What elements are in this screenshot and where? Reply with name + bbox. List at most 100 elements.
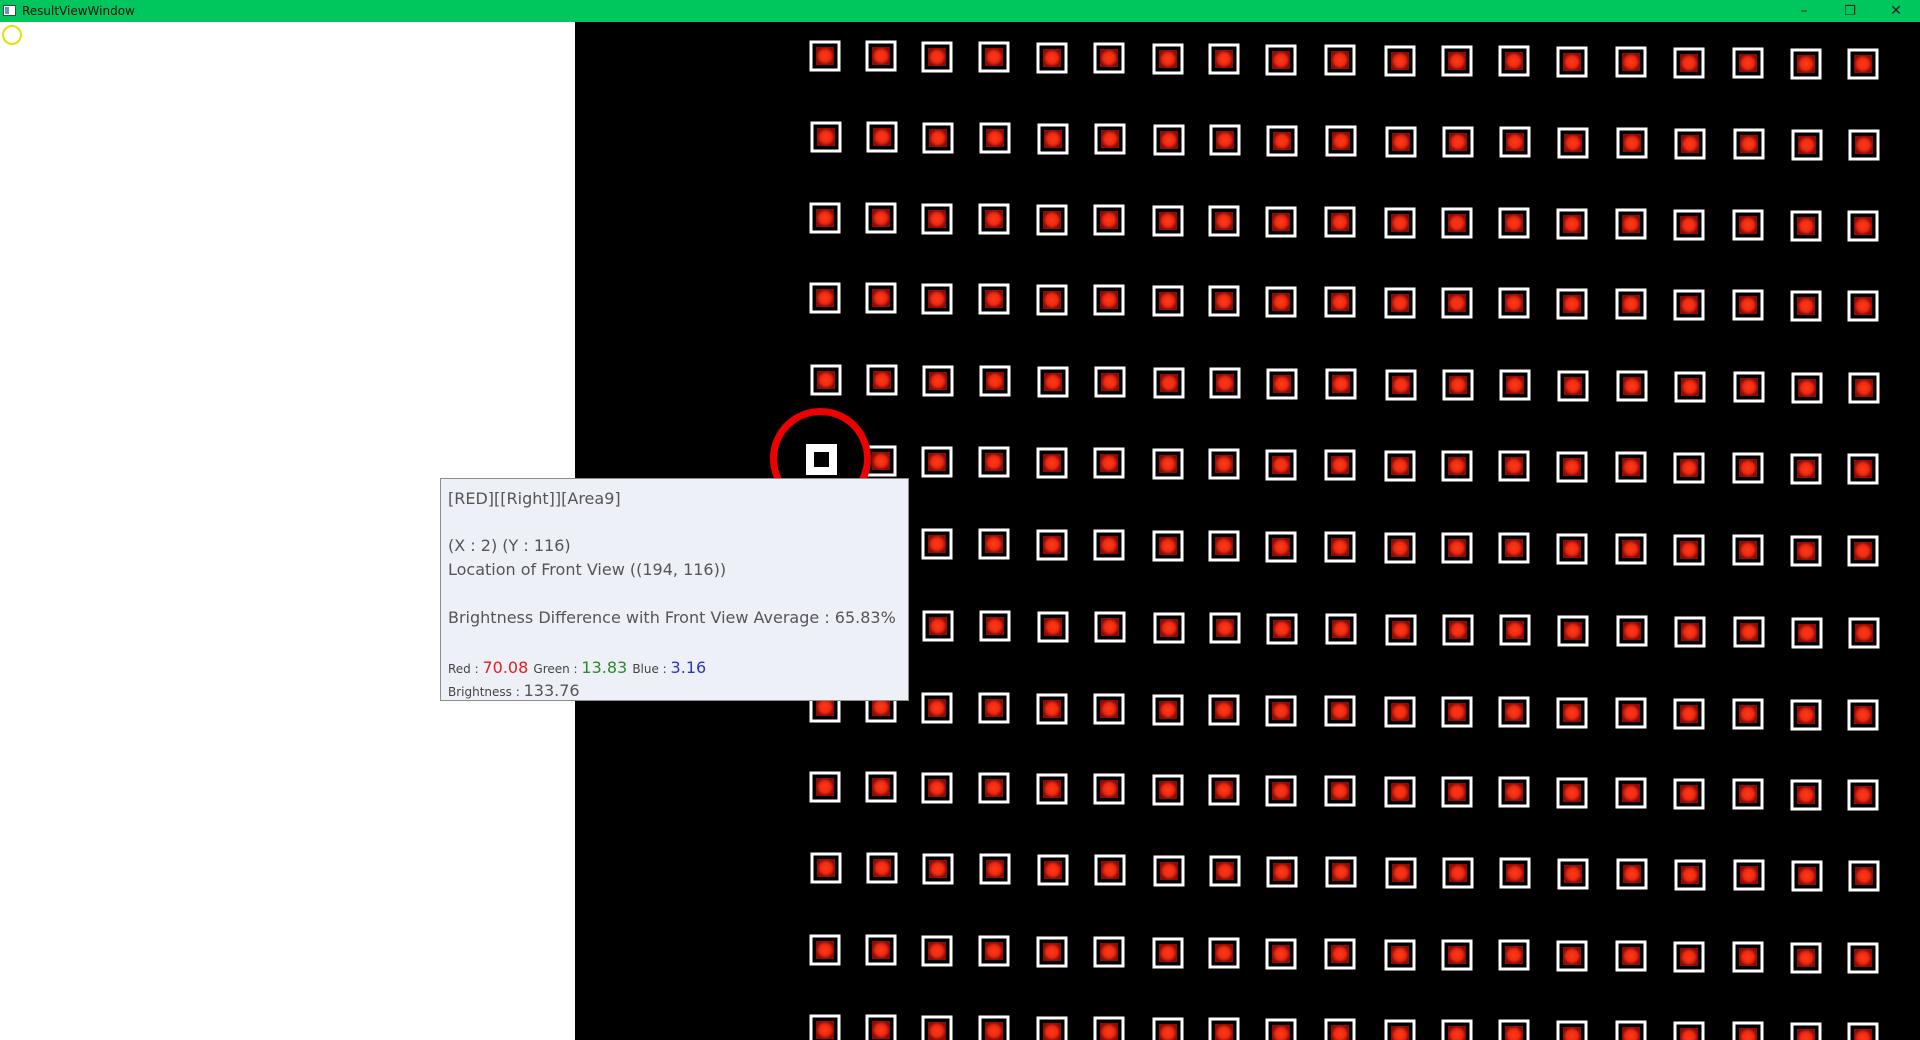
grid-cell — [1093, 447, 1125, 479]
grid-cell — [1093, 693, 1125, 725]
grid-cell — [979, 610, 1011, 642]
grid-cell — [1790, 779, 1822, 811]
grid-cell — [1265, 286, 1297, 318]
grid-cell — [1732, 1021, 1764, 1040]
close-button[interactable]: ✕ — [1873, 0, 1919, 22]
minimize-button[interactable]: – — [1781, 0, 1827, 22]
grid-cell — [1265, 206, 1297, 238]
grid-cell — [1384, 45, 1416, 77]
cursor-highlight-ring — [2, 25, 22, 45]
red-value: 70.08 — [482, 658, 529, 677]
grid-cell — [1036, 773, 1068, 805]
grid-cell — [1556, 451, 1588, 483]
tooltip-brightness-difference: Brightness Difference with Front View Av… — [448, 608, 896, 627]
tooltip-brightness: Brightness : 133.76 — [448, 680, 908, 702]
grid-cell — [921, 772, 953, 804]
grid-cell — [1847, 210, 1879, 242]
grid-cell — [809, 202, 841, 234]
green-label: Green : — [533, 662, 582, 676]
title-bar[interactable]: ResultViewWindow – ❐ ✕ — [0, 0, 1920, 22]
grid-cell — [922, 610, 954, 642]
grid-cell — [1208, 937, 1240, 969]
grid-cell — [1036, 1016, 1068, 1040]
grid-cell — [1152, 285, 1184, 317]
grid-cell — [1442, 857, 1474, 889]
grid-cell — [1153, 124, 1185, 156]
grid-cell — [1498, 1019, 1530, 1040]
cell-info-tooltip: [RED][[Right]][Area9] (X : 2) (Y : 116) … — [440, 478, 909, 701]
grid-cell — [1093, 1016, 1125, 1040]
grid-cell — [1265, 775, 1297, 807]
grid-cell — [865, 40, 897, 72]
grid-cell — [810, 121, 842, 153]
grid-cell — [1384, 287, 1416, 319]
grid-cell — [1441, 45, 1473, 77]
grid-cell — [1615, 451, 1647, 483]
grid-cell — [1324, 775, 1356, 807]
grid-cell — [1153, 612, 1185, 644]
selected-cell[interactable] — [806, 444, 837, 475]
grid-cell — [1384, 776, 1416, 808]
grid-cell — [1847, 942, 1879, 974]
grid-cell — [1790, 535, 1822, 567]
grid-cell — [1441, 696, 1473, 728]
result-view-window: ResultViewWindow – ❐ ✕ [RED][[Right]][Ar… — [0, 0, 1920, 1040]
grid-cell — [1498, 450, 1530, 482]
grid-cell — [1324, 286, 1356, 318]
grid-cell — [1615, 208, 1647, 240]
grid-cell — [1673, 47, 1705, 79]
grid-cell — [1152, 448, 1184, 480]
grid-cell — [921, 692, 953, 724]
restore-icon: ❐ — [1844, 3, 1856, 19]
restore-button[interactable]: ❐ — [1827, 0, 1873, 22]
grid-cell — [1499, 369, 1531, 401]
grid-cell — [1616, 615, 1648, 647]
grid-cell — [1152, 774, 1184, 806]
grid-cell — [1385, 369, 1417, 401]
grid-cell — [1556, 46, 1588, 78]
grid-cell — [1325, 125, 1357, 157]
grid-cell — [1673, 452, 1705, 484]
grid-cell — [1208, 43, 1240, 75]
grid-cell — [1441, 1019, 1473, 1040]
grid-cell — [1674, 859, 1706, 891]
grid-cell — [1265, 449, 1297, 481]
grid-cell — [1209, 612, 1241, 644]
grid-cell — [865, 771, 897, 803]
grid-cell — [921, 935, 953, 967]
grid-cell — [1441, 450, 1473, 482]
tooltip-rgb-values: Red : 70.08 Green : 13.83 Blue : 3.16 — [448, 656, 908, 680]
grid-cell — [1265, 938, 1297, 970]
grid-cell — [1499, 614, 1531, 646]
grid-cell — [1152, 937, 1184, 969]
grid-cell — [1325, 613, 1357, 645]
grid-cell — [1791, 129, 1823, 161]
grid-cell — [1673, 941, 1705, 973]
grid-cell — [865, 282, 897, 314]
grid-cell — [1152, 43, 1184, 75]
grid-cell — [1037, 854, 1069, 886]
grid-cell — [1152, 205, 1184, 237]
grid-cell — [1732, 778, 1764, 810]
red-label: Red : — [448, 662, 483, 676]
grid-cell — [1498, 287, 1530, 319]
grid-cell — [1036, 936, 1068, 968]
grid-cell — [922, 853, 954, 885]
grid-cell — [1036, 42, 1068, 74]
grid-cell — [1441, 776, 1473, 808]
grid-cell — [1265, 1018, 1297, 1040]
grid-cell — [1442, 126, 1474, 158]
grid-cell — [1616, 858, 1648, 890]
grid-cell — [1847, 290, 1879, 322]
grid-cell — [1384, 1019, 1416, 1040]
grid-cell — [1791, 617, 1823, 649]
grid-cell — [1733, 128, 1765, 160]
grid-cell — [1556, 940, 1588, 972]
grid-cell — [1556, 208, 1588, 240]
grid-cell — [1498, 776, 1530, 808]
grid-cell — [1442, 369, 1474, 401]
grid-cell — [978, 41, 1010, 73]
grid-cell — [1673, 534, 1705, 566]
grid-cell — [1265, 695, 1297, 727]
grid-cell — [1093, 773, 1125, 805]
